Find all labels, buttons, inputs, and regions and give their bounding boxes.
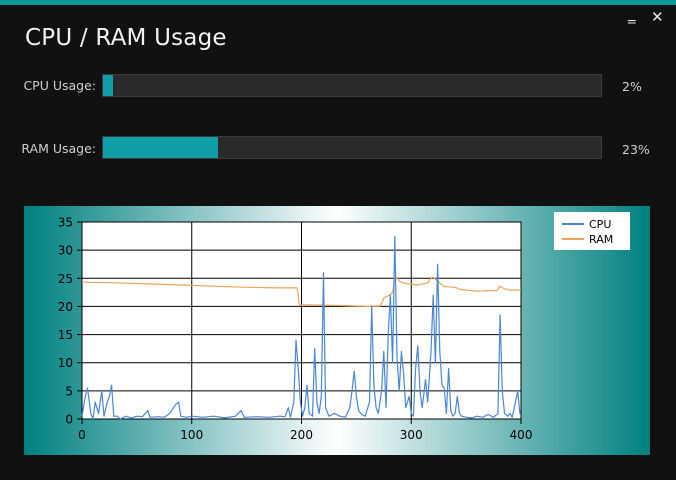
y-tick-label: 35 — [58, 216, 73, 230]
ram-percent: 23% — [622, 142, 650, 157]
x-tick-label: 200 — [290, 428, 313, 442]
window-accent-strip — [0, 0, 676, 5]
cpu-percent: 2% — [622, 79, 642, 94]
legend-label-ram: RAM — [589, 233, 613, 246]
cpu-progress-bar — [102, 74, 602, 97]
cpu-progress-fill — [103, 75, 113, 96]
x-tick-label: 400 — [510, 428, 533, 442]
ram-progress-bar — [102, 136, 602, 159]
cpu-usage-label: CPU Usage: — [23, 78, 96, 93]
close-button[interactable]: ✕ — [651, 9, 664, 25]
ram-progress-fill — [103, 137, 218, 158]
x-tick-label: 100 — [180, 428, 203, 442]
x-tick-label: 300 — [400, 428, 423, 442]
x-tick-label: 0 — [78, 428, 86, 442]
y-tick-label: 30 — [58, 244, 73, 258]
y-tick-label: 10 — [58, 356, 73, 370]
page-title: CPU / RAM Usage — [25, 25, 227, 51]
y-tick-label: 20 — [58, 300, 73, 314]
legend-label-cpu: CPU — [589, 218, 611, 231]
usage-chart-svg: 0 5 10 15 20 25 30 35 0 100 200 300 400 CPU RAM — [24, 206, 650, 455]
y-tick-label: 25 — [58, 272, 73, 286]
y-tick-label: 0 — [65, 413, 73, 427]
y-tick-label: 5 — [65, 384, 73, 398]
y-tick-label: 15 — [58, 328, 73, 342]
usage-chart: 0 5 10 15 20 25 30 35 0 100 200 300 400 CPU RAM — [24, 206, 650, 455]
ram-usage-label: RAM Usage: — [21, 141, 96, 156]
minimize-button[interactable]: ‗ — [628, 7, 636, 23]
